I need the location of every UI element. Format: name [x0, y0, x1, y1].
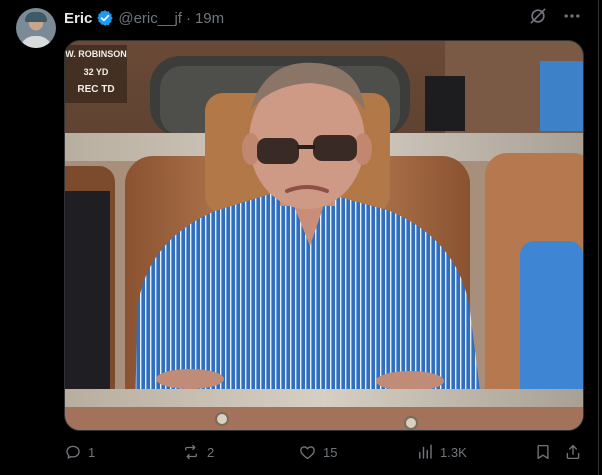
share-icon: [566, 444, 580, 460]
repost-button[interactable]: 2: [181, 441, 214, 463]
views-icon: [419, 444, 432, 459]
post-top-actions: [528, 6, 582, 26]
author-handle[interactable]: @eric__jf: [118, 10, 182, 27]
views-count: 1.3K: [440, 444, 467, 460]
repost-count: 2: [207, 444, 215, 460]
like-button[interactable]: 15: [298, 441, 337, 463]
column-divider: [598, 0, 599, 475]
reply-button[interactable]: 1: [64, 441, 95, 463]
avatar-cap: [25, 12, 47, 22]
post-header: Eric @eric__jf · 19m: [64, 8, 224, 28]
author-name[interactable]: Eric: [64, 10, 92, 27]
share-button[interactable]: [564, 441, 582, 463]
separator-dot: ·: [185, 9, 191, 27]
repost-icon: [185, 444, 197, 460]
scoreboard-line: 32 YD: [83, 67, 109, 77]
reply-icon: [66, 445, 80, 459]
avatar-shirt: [20, 36, 52, 48]
bookmark-icon: [537, 444, 549, 460]
scoreboard-line: W. ROBINSON: [65, 49, 127, 59]
post[interactable]: Eric @eric__jf · 19m W. ROBINSON 32 YD R…: [0, 0, 602, 475]
views-button[interactable]: 1.3K: [416, 441, 467, 463]
bookmark-button[interactable]: [534, 441, 552, 463]
post-photo[interactable]: W. ROBINSON 32 YD REC TD: [64, 40, 584, 431]
avatar[interactable]: [16, 8, 56, 48]
like-count: 15: [323, 444, 338, 460]
scoreboard-line: REC TD: [77, 84, 115, 95]
grok-icon[interactable]: [528, 6, 548, 26]
timestamp[interactable]: 19m: [195, 10, 224, 27]
verified-badge-icon: [97, 10, 114, 26]
post-actions: 1 2 15 1.3K: [64, 441, 582, 463]
reply-count: 1: [88, 444, 96, 460]
like-icon: [300, 446, 315, 460]
photo-scene: [65, 41, 583, 430]
more-icon[interactable]: [562, 6, 582, 26]
